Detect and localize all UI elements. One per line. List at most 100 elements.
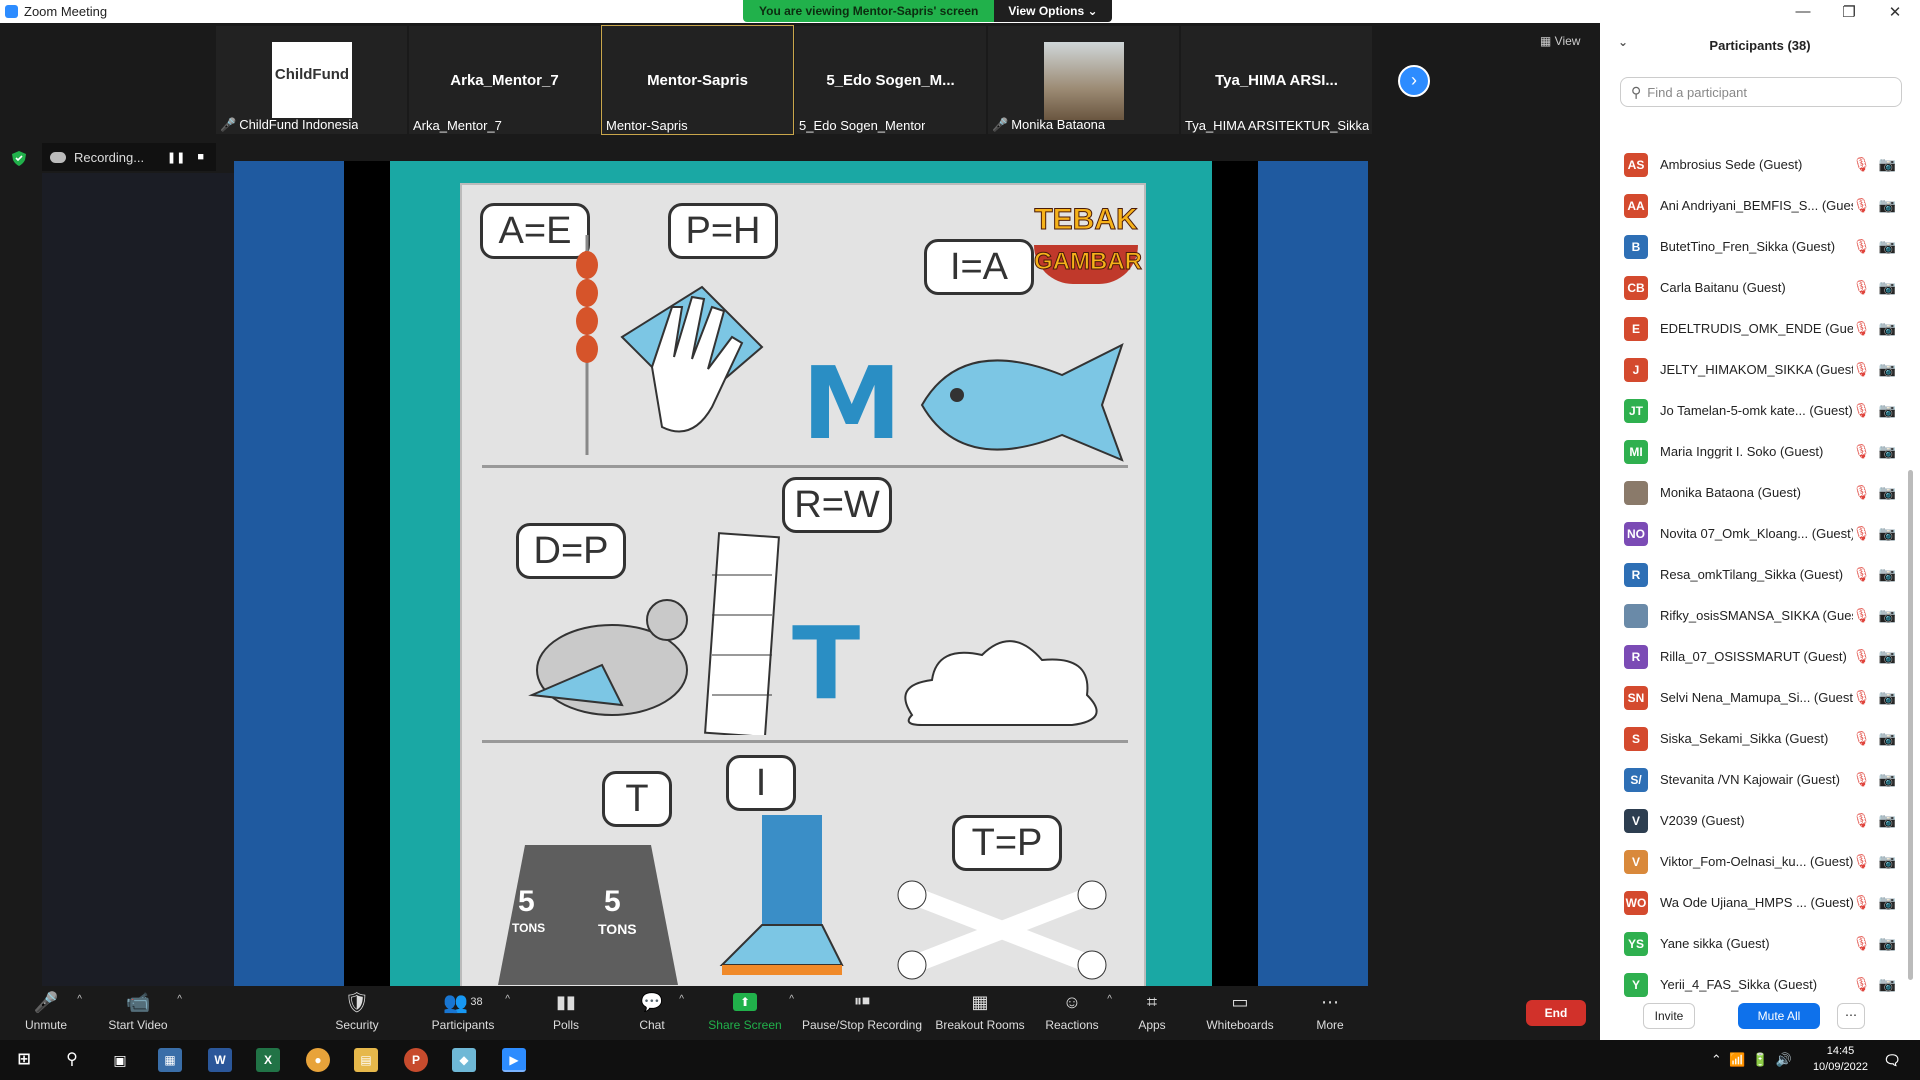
restore-icon[interactable]: ❐ xyxy=(1826,0,1872,23)
video-off-icon[interactable]: 📷 xyxy=(1879,812,1896,829)
video-off-icon[interactable]: 📷 xyxy=(1879,402,1896,419)
unmute-button[interactable]: 🎤 Unmute ^ xyxy=(22,990,82,1033)
reactions-button[interactable]: ☺ Reactions ^ xyxy=(1044,990,1112,1033)
participants-button[interactable]: 👥 38 Participants ^ xyxy=(428,990,510,1033)
chevron-up-icon[interactable]: ^ xyxy=(77,994,82,1005)
mute-all-button[interactable]: Mute All xyxy=(1738,1003,1820,1029)
participant-row[interactable]: AA Ani Andriyani_BEMFIS_S... (Guest) 🎙 📷 xyxy=(1600,185,1900,226)
participant-row[interactable]: MI Maria Inggrit I. Soko (Guest) 🎙 📷 xyxy=(1600,431,1900,472)
view-options-button[interactable]: View Options ⌄ xyxy=(994,0,1112,22)
muted-mic-icon[interactable]: 🎙 xyxy=(1853,361,1871,378)
muted-mic-icon[interactable]: 🎙 xyxy=(1853,689,1871,706)
video-off-icon[interactable]: 📷 xyxy=(1879,607,1896,624)
share-screen-button[interactable]: ⬆ Share Screen ^ xyxy=(708,990,794,1032)
muted-mic-icon[interactable]: 🎙 xyxy=(1853,197,1871,214)
muted-mic-icon[interactable]: 🎙 xyxy=(1853,853,1871,870)
end-meeting-button[interactable]: End xyxy=(1526,1000,1586,1026)
start-video-button[interactable]: 📹 Start Video ^ xyxy=(106,990,182,1033)
chevron-up-icon[interactable]: ^ xyxy=(679,994,684,1005)
video-off-icon[interactable]: 📷 xyxy=(1879,976,1896,993)
muted-mic-icon[interactable]: 🎙 xyxy=(1853,443,1871,460)
muted-mic-icon[interactable]: 🎙 xyxy=(1853,320,1871,337)
participant-row[interactable]: Rifky_osisSMANSA_SIKKA (Guest) 🎙 📷 xyxy=(1600,595,1900,636)
view-button[interactable]: ▦ View xyxy=(1540,34,1580,48)
muted-mic-icon[interactable]: 🎙 xyxy=(1853,648,1871,665)
video-thumbnail[interactable]: ChildFund 🎤 ChildFund Indonesia xyxy=(215,25,408,135)
muted-mic-icon[interactable]: 🎙 xyxy=(1853,812,1871,829)
video-thumbnail[interactable]: Tya_HIMA ARSI... Tya_HIMA ARSITEKTUR_Sik… xyxy=(1180,25,1373,135)
video-off-icon[interactable]: 📷 xyxy=(1879,525,1896,542)
muted-mic-icon[interactable]: 🎙 xyxy=(1853,771,1871,788)
video-off-icon[interactable]: 📷 xyxy=(1879,320,1896,337)
word-icon[interactable]: W xyxy=(208,1048,232,1072)
video-off-icon[interactable]: 📷 xyxy=(1879,279,1896,296)
app-icon[interactable]: ◆ xyxy=(452,1048,476,1072)
participant-row[interactable]: S/Stevanita /VN Kajowair (Guest) 🎙 📷 xyxy=(1600,759,1900,800)
excel-icon[interactable]: X xyxy=(256,1048,280,1072)
polls-button[interactable]: ▮▮ Polls xyxy=(546,990,586,1033)
video-thumbnail[interactable]: 5_Edo Sogen_M... 5_Edo Sogen_Mentor xyxy=(794,25,987,135)
participant-row[interactable]: WO Wa Ode Ujiana_HMPS ... (Guest) 🎙 📷 xyxy=(1600,882,1900,923)
muted-mic-icon[interactable]: 🎙 xyxy=(1853,730,1871,747)
participant-row[interactable]: NO Novita 07_Omk_Kloang... (Guest) 🎙 📷 xyxy=(1600,513,1900,554)
more-button[interactable]: ⋯ More xyxy=(1314,990,1346,1033)
participant-row[interactable]: Y Yerii_4_FAS_Sikka (Guest) 🎙 📷 xyxy=(1600,964,1900,1005)
video-off-icon[interactable]: 📷 xyxy=(1879,361,1896,378)
chat-button[interactable]: 💬 Chat ^ xyxy=(632,990,684,1033)
video-off-icon[interactable]: 📷 xyxy=(1879,894,1896,911)
participant-row[interactable]: AS Ambrosius Sede (Guest) 🎙 📷 xyxy=(1600,144,1900,185)
video-thumbnail[interactable]: 🎤 Monika Bataona xyxy=(987,25,1180,135)
muted-mic-icon[interactable]: 🎙 xyxy=(1853,935,1871,952)
participant-row[interactable]: CB Carla Baitanu (Guest) 🎙 📷 xyxy=(1600,267,1900,308)
muted-mic-icon[interactable]: 🎙 xyxy=(1853,525,1871,542)
muted-mic-icon[interactable]: 🎙 xyxy=(1853,607,1871,624)
muted-mic-icon[interactable]: 🎙 xyxy=(1853,156,1871,173)
chevron-up-icon[interactable]: ^ xyxy=(1107,994,1112,1005)
breakout-rooms-button[interactable]: ▦ Breakout Rooms xyxy=(934,990,1026,1033)
pause-recording-icon[interactable]: ❚❚ xyxy=(167,151,185,164)
video-off-icon[interactable]: 📷 xyxy=(1879,853,1896,870)
participant-row[interactable]: YS Yane sikka (Guest) 🎙 📷 xyxy=(1600,923,1900,964)
participant-row[interactable]: Monika Bataona (Guest) 🎙 📷 xyxy=(1600,472,1900,513)
next-page-arrow-icon[interactable]: › xyxy=(1398,65,1430,97)
participant-row[interactable]: S Siska_Sekami_Sikka (Guest) 🎙 📷 xyxy=(1600,718,1900,759)
pause-stop-recording-button[interactable]: ⏸⏹ Pause/Stop Recording xyxy=(800,990,924,1032)
video-off-icon[interactable]: 📷 xyxy=(1879,648,1896,665)
security-button[interactable]: 🛡 Security xyxy=(332,990,382,1033)
invite-button[interactable]: Invite xyxy=(1643,1003,1695,1029)
video-off-icon[interactable]: 📷 xyxy=(1879,484,1896,501)
video-off-icon[interactable]: 📷 xyxy=(1879,197,1896,214)
muted-mic-icon[interactable]: 🎙 xyxy=(1853,976,1871,993)
close-icon[interactable]: ✕ xyxy=(1872,0,1918,23)
muted-mic-icon[interactable]: 🎙 xyxy=(1853,238,1871,255)
task-view-icon[interactable]: ▣ xyxy=(108,1048,132,1072)
muted-mic-icon[interactable]: 🎙 xyxy=(1853,894,1871,911)
chevron-up-icon[interactable]: ^ xyxy=(505,994,510,1005)
chevron-up-icon[interactable]: ^ xyxy=(789,994,794,1005)
windows-start-icon[interactable]: ⊞ xyxy=(12,1048,36,1072)
video-off-icon[interactable]: 📷 xyxy=(1879,730,1896,747)
whiteboards-button[interactable]: ▭ Whiteboards xyxy=(1204,990,1276,1033)
search-input[interactable]: ⚲ Find a participant xyxy=(1620,77,1902,107)
muted-mic-icon[interactable]: 🎙 xyxy=(1853,566,1871,583)
video-off-icon[interactable]: 📷 xyxy=(1879,566,1896,583)
video-thumbnail[interactable]: Arka_Mentor_7 Arka_Mentor_7 xyxy=(408,25,601,135)
video-off-icon[interactable]: 📷 xyxy=(1879,689,1896,706)
chrome-icon[interactable]: ● xyxy=(306,1048,330,1072)
zoom-app-icon[interactable]: ▶ xyxy=(502,1048,526,1072)
participant-row[interactable]: E EDELTRUDIS_OMK_ENDE (Guest) 🎙 📷 xyxy=(1600,308,1900,349)
notification-icon[interactable]: 🗨 xyxy=(1880,1048,1904,1072)
participant-row[interactable]: J JELTY_HIMAKOM_SIKKA (Guest) 🎙 📷 xyxy=(1600,349,1900,390)
video-off-icon[interactable]: 📷 xyxy=(1879,238,1896,255)
search-icon[interactable]: ⚲ xyxy=(60,1048,84,1072)
chevron-up-icon[interactable]: ^ xyxy=(177,994,182,1005)
chevron-down-icon[interactable]: ⌄ xyxy=(1618,35,1628,49)
apps-button[interactable]: ⌗ Apps xyxy=(1136,990,1168,1033)
stop-recording-icon[interactable]: ■ xyxy=(197,151,204,163)
participant-row[interactable]: R Resa_omkTilang_Sikka (Guest) 🎙 📷 xyxy=(1600,554,1900,595)
participant-row[interactable]: B ButetTino_Fren_Sikka (Guest) 🎙 📷 xyxy=(1600,226,1900,267)
muted-mic-icon[interactable]: 🎙 xyxy=(1853,402,1871,419)
participant-row[interactable]: V Viktor_Fom-Oelnasi_ku... (Guest) 🎙 📷 xyxy=(1600,841,1900,882)
video-off-icon[interactable]: 📷 xyxy=(1879,156,1896,173)
system-tray-icons[interactable]: ⌃ 📶 🔋 🔊 xyxy=(1711,1052,1792,1068)
